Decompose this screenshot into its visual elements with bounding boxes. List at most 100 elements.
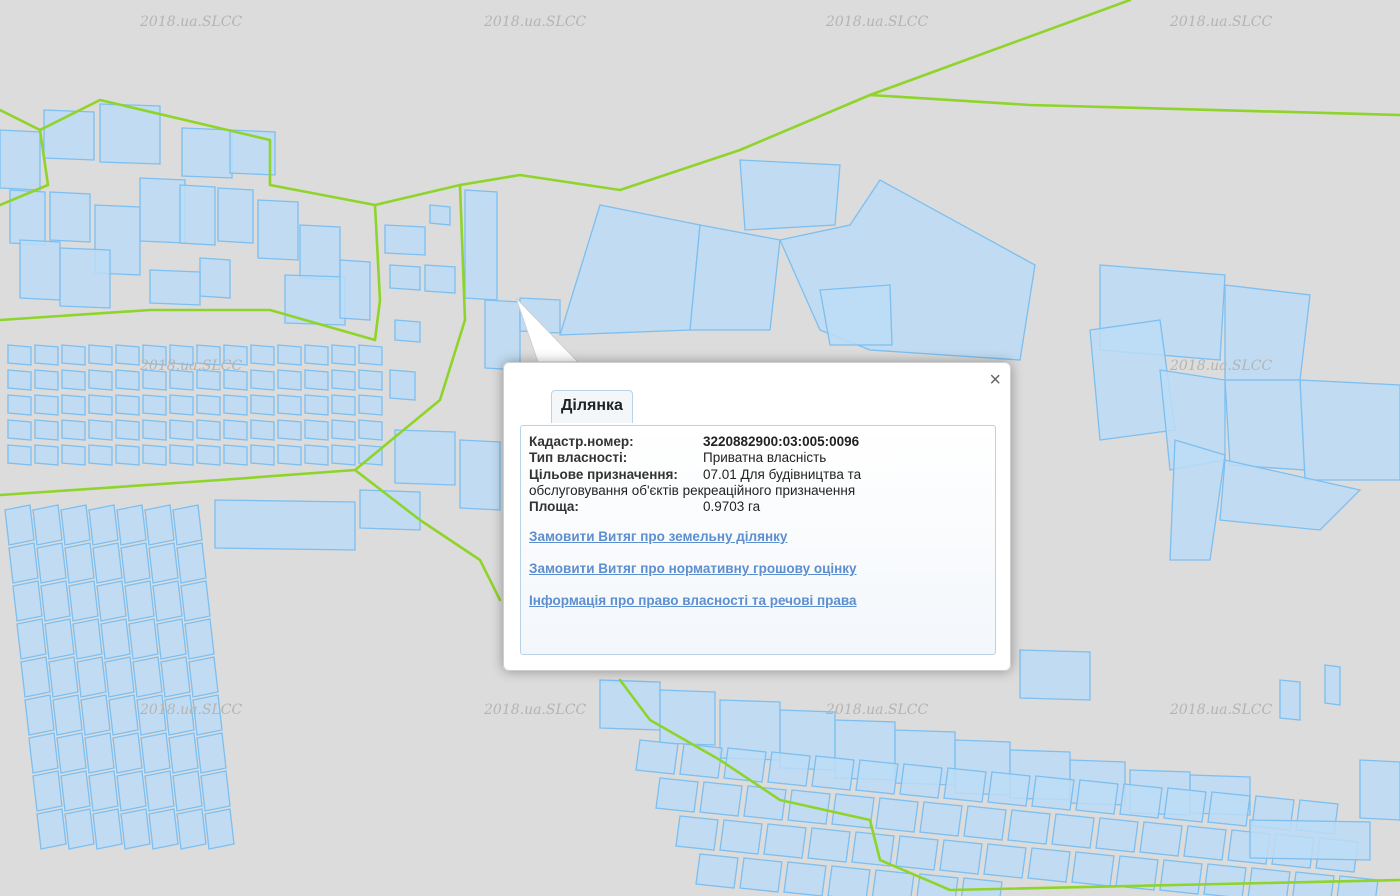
land-parcel[interactable] xyxy=(88,504,119,546)
land-parcel[interactable] xyxy=(384,224,426,256)
land-parcel[interactable] xyxy=(116,504,147,546)
land-parcel[interactable] xyxy=(96,580,127,622)
land-parcel[interactable] xyxy=(196,732,227,774)
land-parcel[interactable] xyxy=(181,127,233,179)
land-parcel[interactable] xyxy=(1183,825,1227,861)
land-parcel[interactable] xyxy=(144,504,175,546)
land-parcel[interactable] xyxy=(394,429,456,486)
land-parcel[interactable] xyxy=(169,394,194,416)
land-parcel[interactable] xyxy=(115,394,140,416)
land-parcel[interactable] xyxy=(389,369,416,401)
land-parcel[interactable] xyxy=(250,444,275,466)
land-parcel[interactable] xyxy=(156,618,187,660)
land-parcel[interactable] xyxy=(358,444,383,466)
land-parcel[interactable] xyxy=(223,394,248,416)
land-parcel[interactable] xyxy=(304,369,329,391)
land-parcel[interactable] xyxy=(115,444,140,466)
land-parcel[interactable] xyxy=(36,808,67,850)
land-parcel[interactable] xyxy=(277,419,302,441)
land-parcel[interactable] xyxy=(61,344,86,366)
land-parcel[interactable] xyxy=(689,224,781,331)
land-parcel[interactable] xyxy=(257,199,299,261)
land-parcel[interactable] xyxy=(331,369,356,391)
land-parcel[interactable] xyxy=(1292,871,1335,896)
land-parcel[interactable] xyxy=(61,369,86,391)
land-parcel[interactable] xyxy=(108,694,139,736)
land-parcel[interactable] xyxy=(871,869,915,896)
land-parcel[interactable] xyxy=(200,770,231,812)
land-parcel[interactable] xyxy=(88,394,113,416)
land-parcel[interactable] xyxy=(1075,779,1119,815)
land-parcel[interactable] xyxy=(49,191,91,243)
land-parcel[interactable] xyxy=(250,369,275,391)
land-parcel[interactable] xyxy=(179,184,216,246)
land-parcel[interactable] xyxy=(783,861,827,896)
land-parcel[interactable] xyxy=(169,419,194,441)
land-parcel[interactable] xyxy=(176,808,207,850)
land-parcel[interactable] xyxy=(807,827,851,863)
land-parcel[interactable] xyxy=(331,419,356,441)
land-parcel[interactable] xyxy=(695,853,739,889)
land-parcel[interactable] xyxy=(1019,649,1091,701)
land-parcel[interactable] xyxy=(1249,819,1371,861)
land-parcel[interactable] xyxy=(250,394,275,416)
land-parcel[interactable] xyxy=(1359,759,1400,821)
land-parcel[interactable] xyxy=(389,264,421,291)
land-parcel[interactable] xyxy=(831,793,875,829)
land-parcel[interactable] xyxy=(1031,775,1075,811)
land-parcel[interactable] xyxy=(299,224,341,281)
land-parcel[interactable] xyxy=(92,808,123,850)
land-parcel[interactable] xyxy=(32,770,63,812)
land-parcel[interactable] xyxy=(1159,859,1203,895)
land-parcel[interactable] xyxy=(719,819,763,855)
land-parcel[interactable] xyxy=(188,656,219,698)
land-parcel[interactable] xyxy=(223,419,248,441)
land-parcel[interactable] xyxy=(196,444,221,466)
land-parcel[interactable] xyxy=(61,394,86,416)
land-parcel[interactable] xyxy=(142,419,167,441)
land-parcel[interactable] xyxy=(148,542,179,584)
land-parcel[interactable] xyxy=(59,247,111,309)
land-parcel[interactable] xyxy=(739,857,783,893)
land-parcel[interactable] xyxy=(196,394,221,416)
land-parcel[interactable] xyxy=(7,444,32,466)
land-parcel[interactable] xyxy=(655,777,699,813)
land-parcel[interactable] xyxy=(223,444,248,466)
land-parcel[interactable] xyxy=(88,419,113,441)
land-parcel[interactable] xyxy=(559,204,701,336)
land-parcel[interactable] xyxy=(739,159,841,231)
land-parcel[interactable] xyxy=(394,319,421,343)
land-parcel[interactable] xyxy=(199,257,231,299)
land-parcel[interactable] xyxy=(0,129,41,191)
land-parcel[interactable] xyxy=(217,187,254,244)
land-parcel[interactable] xyxy=(32,504,63,546)
land-parcel[interactable] xyxy=(7,419,32,441)
land-parcel[interactable] xyxy=(358,344,383,366)
land-parcel[interactable] xyxy=(104,656,135,698)
land-parcel[interactable] xyxy=(64,808,95,850)
land-parcel[interactable] xyxy=(160,656,191,698)
land-parcel[interactable] xyxy=(88,444,113,466)
land-parcel[interactable] xyxy=(987,771,1031,807)
land-parcel[interactable] xyxy=(919,801,963,837)
land-parcel[interactable] xyxy=(4,504,35,546)
land-parcel[interactable] xyxy=(132,656,163,698)
ownership-rights-info-link[interactable]: Інформація про право власності та речові… xyxy=(529,593,857,608)
order-land-extract-link[interactable]: Замовити Витяг про земельну ділянку xyxy=(529,529,787,544)
land-parcel[interactable] xyxy=(28,732,59,774)
land-parcel[interactable] xyxy=(214,499,356,551)
land-parcel[interactable] xyxy=(895,835,939,871)
land-parcel[interactable] xyxy=(635,739,679,775)
land-parcel[interactable] xyxy=(304,444,329,466)
land-parcel[interactable] xyxy=(168,732,199,774)
land-parcel[interactable] xyxy=(120,808,151,850)
land-parcel[interactable] xyxy=(180,580,211,622)
land-parcel[interactable] xyxy=(358,369,383,391)
land-parcel[interactable] xyxy=(1095,817,1139,853)
land-parcel[interactable] xyxy=(64,542,95,584)
land-parcel[interactable] xyxy=(115,419,140,441)
land-parcel[interactable] xyxy=(277,444,302,466)
land-parcel[interactable] xyxy=(963,805,1007,841)
land-parcel[interactable] xyxy=(429,204,451,226)
land-parcel[interactable] xyxy=(184,618,215,660)
